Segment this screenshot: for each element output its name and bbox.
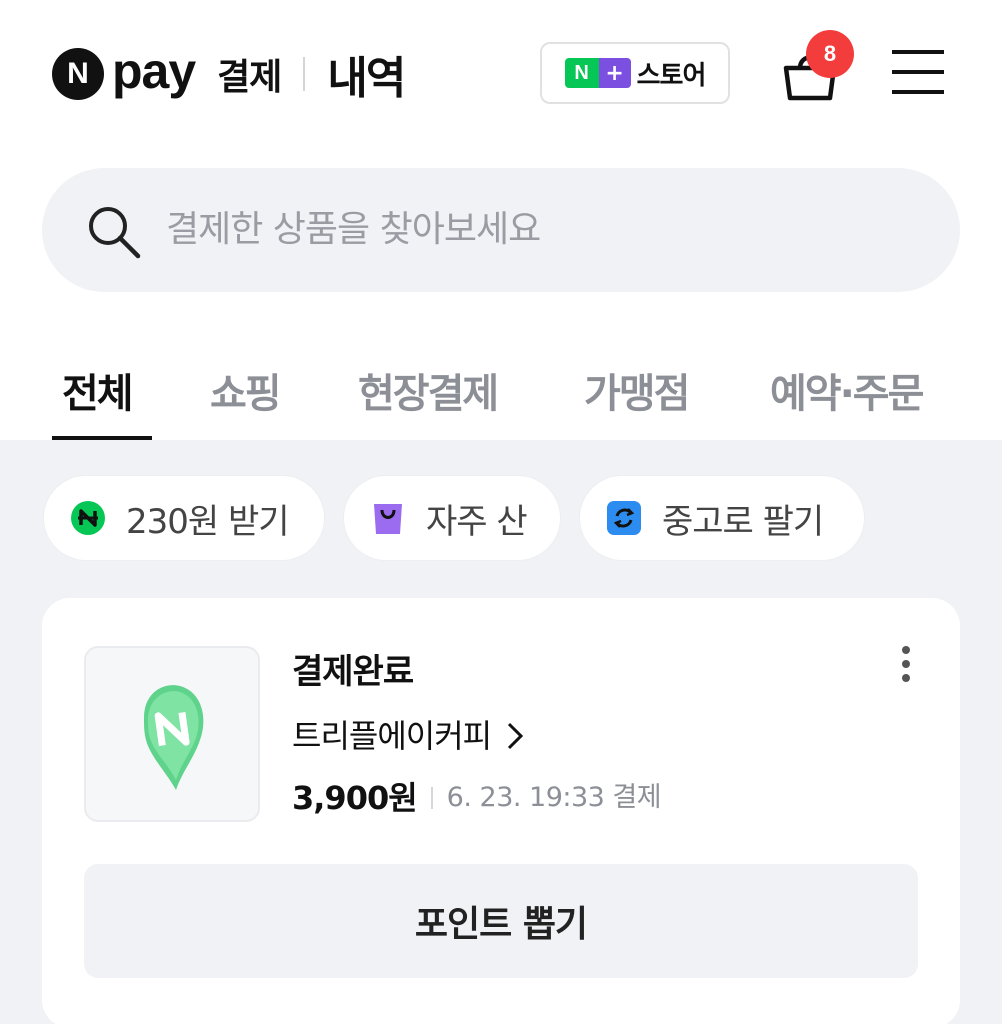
store-label: 스토어 <box>636 60 707 91</box>
search-icon <box>89 207 141 259</box>
cart-count-badge: 8 <box>806 30 854 78</box>
store-badge-plus: + <box>598 58 631 88</box>
chip-get-points[interactable]: 230원 받기 <box>44 476 324 560</box>
store-badge-n: N <box>564 58 599 88</box>
npay-logo[interactable]: N pay 결제 내역 <box>52 43 406 104</box>
naver-plus-store-badge: N + <box>564 58 631 88</box>
tab-all[interactable]: 전체 <box>62 366 134 422</box>
chip-label: 230원 받기 <box>126 501 290 542</box>
order-status: 결제완료 <box>292 652 414 692</box>
logo-pay-text: pay <box>112 43 196 99</box>
category-tabs: 전체 쇼핑 현장결제 가맹점 예약·주문 <box>0 346 1002 442</box>
page-title: 내역 <box>327 53 406 104</box>
chip-label: 중고로 팔기 <box>662 501 824 542</box>
tab-shopping[interactable]: 쇼핑 <box>210 366 282 422</box>
chip-sell-used[interactable]: 중고로 팔기 <box>580 476 864 560</box>
hamburger-menu-icon[interactable] <box>890 46 946 98</box>
chevron-right-icon <box>508 722 524 750</box>
chip-label: 자주 산 <box>426 501 528 542</box>
merchant-thumbnail[interactable] <box>84 646 260 822</box>
naver-plus-store-button[interactable]: N + 스토어 <box>540 42 730 104</box>
shopping-bag-icon <box>374 504 402 534</box>
draw-points-button[interactable]: 포인트 뽑기 <box>84 864 918 978</box>
order-price: 3,900원 <box>292 779 418 817</box>
price-divider <box>430 787 433 809</box>
naver-map-pin-icon <box>144 685 204 790</box>
logo-divider <box>303 57 306 91</box>
search-input[interactable]: 결제한 상품을 찾아보세요 <box>166 200 541 260</box>
price-row: 3,900원 6. 23. 19:33 결제 <box>292 774 662 822</box>
logo-payment-text: 결제 <box>217 57 282 98</box>
naver-n-logo-icon: N <box>52 48 104 100</box>
merchant-link[interactable]: 트리플에이커피 <box>292 712 525 760</box>
chip-frequently-bought[interactable]: 자주 산 <box>344 476 560 560</box>
recycle-icon <box>607 501 641 535</box>
merchant-name: 트리플에이커피 <box>292 717 492 755</box>
payment-datetime: 6. 23. 19:33 결제 <box>446 782 662 813</box>
tab-reservation-order[interactable]: 예약·주문 <box>770 366 924 422</box>
header: N pay 결제 내역 N + 스토어 8 <box>0 0 1002 150</box>
naverpay-point-icon <box>71 501 105 535</box>
more-options-icon[interactable] <box>896 644 916 684</box>
tab-onsite-payment[interactable]: 현장결제 <box>358 366 499 422</box>
tab-merchants[interactable]: 가맹점 <box>584 366 690 422</box>
